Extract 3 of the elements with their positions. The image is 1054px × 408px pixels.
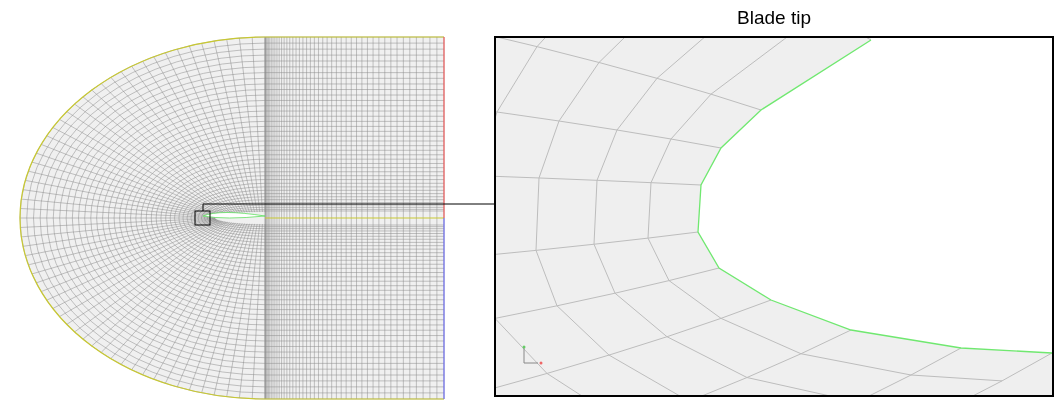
zoom-frame (194, 210, 211, 226)
inset-title: Blade tip (737, 6, 811, 30)
axes-icon (522, 345, 543, 365)
